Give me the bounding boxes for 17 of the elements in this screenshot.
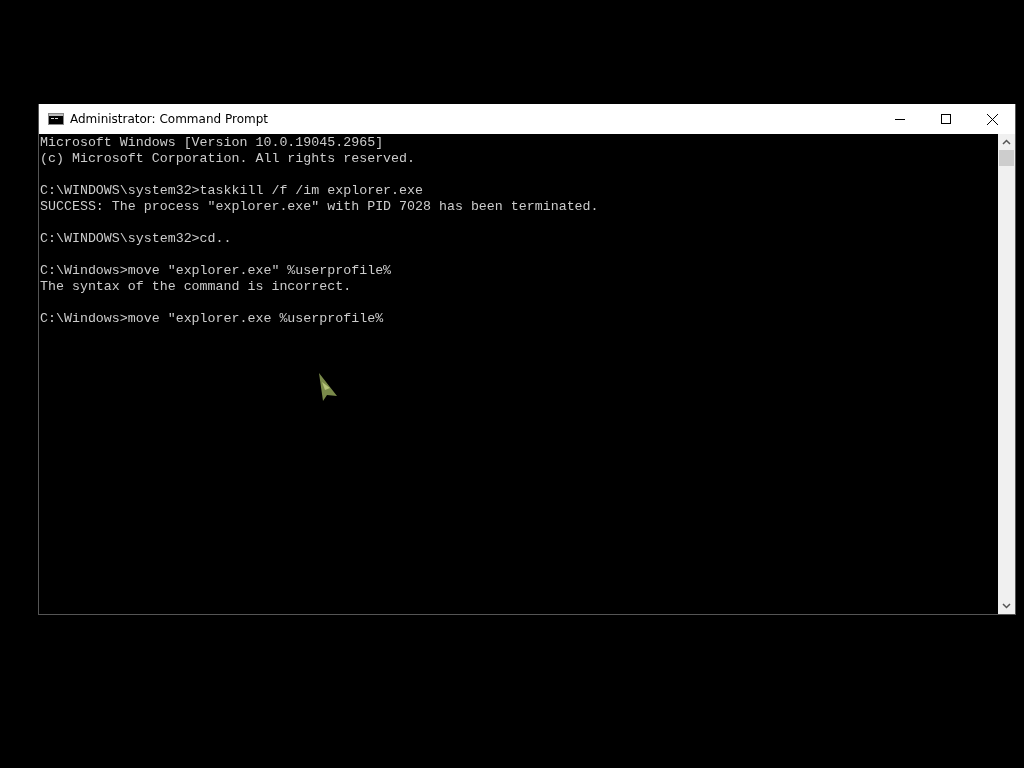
console-line: (c) Microsoft Corporation. All rights reserved.: [40, 151, 417, 167]
console-line: C:\Windows>move "explorer.exe %userprofile%: [40, 311, 385, 327]
scroll-down-icon[interactable]: [1002, 603, 1011, 609]
console-line: The syntax of the command is incorrect.: [40, 279, 353, 295]
scrollbar[interactable]: [998, 134, 1015, 614]
window-title: Administrator: Command Prompt: [70, 112, 268, 126]
console-icon: [48, 113, 64, 125]
console-line: SUCCESS: The process "explorer.exe" with PID 7028 has been terminated.: [40, 199, 600, 215]
scroll-up-icon[interactable]: [1002, 139, 1011, 145]
mouse-cursor-icon: [317, 372, 339, 402]
console-line: C:\Windows>move "explorer.exe" %userprofile%: [40, 263, 393, 279]
console-line: Microsoft Windows [Version 10.0.19045.2965]: [40, 135, 385, 151]
console-line: C:\WINDOWS\system32>taskkill /f /im explorer.exe: [40, 183, 424, 199]
close-icon: [986, 113, 998, 125]
maximize-icon: [941, 114, 951, 124]
console-line: C:\WINDOWS\system32>cd..: [40, 231, 233, 247]
scrollbar-thumb[interactable]: [999, 150, 1014, 166]
